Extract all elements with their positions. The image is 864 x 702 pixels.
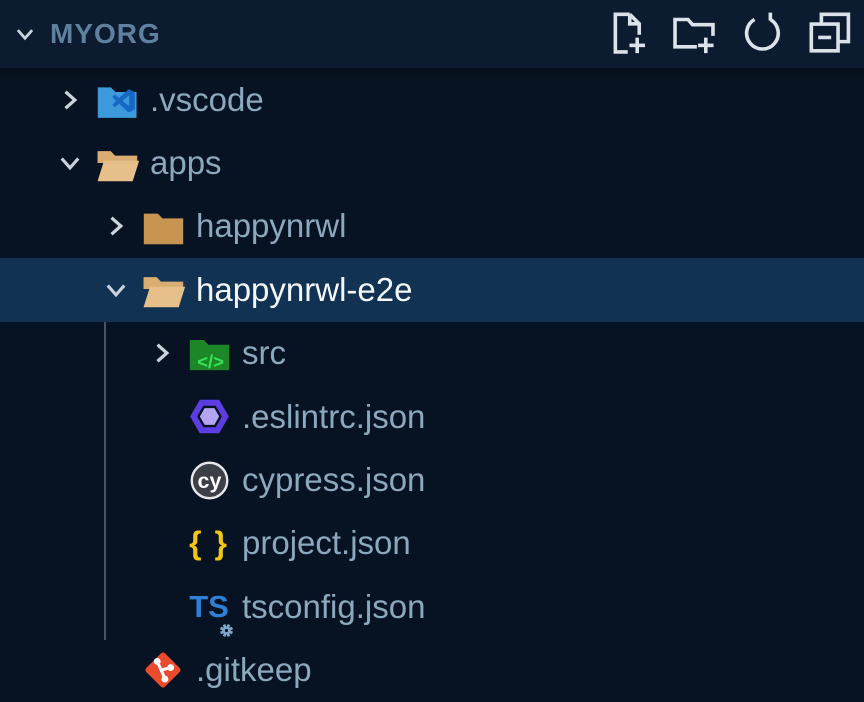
svg-text:</>: </> — [197, 351, 224, 372]
refresh-icon — [739, 10, 785, 59]
eslint-icon — [186, 394, 232, 440]
tree-item-tsconfig-json[interactable]: TS tsconfig.json — [0, 575, 864, 638]
folder-closed-icon — [140, 203, 186, 249]
new-folder-button[interactable] — [670, 10, 718, 58]
indent-guide — [104, 322, 106, 640]
tree-item-label: cypress.json — [242, 461, 425, 499]
file-explorer-panel: MYORG .vscode appshappynrwl happynrwl-e — [0, 0, 864, 702]
folder-src-icon: </> — [186, 330, 232, 376]
tree-item-eslintrc-json[interactable]: .eslintrc.json — [0, 385, 864, 448]
twisty-spacer — [144, 462, 180, 498]
tree-item-label: .eslintrc.json — [242, 398, 425, 436]
new-folder-icon — [671, 10, 717, 59]
chevron-right-icon[interactable] — [52, 82, 88, 118]
workspace-title: MYORG — [50, 18, 161, 50]
chevron-right-icon[interactable] — [98, 208, 134, 244]
tree-item-happynrwl[interactable]: happynrwl — [0, 195, 864, 258]
tree-item-label: happynrwl — [196, 207, 346, 245]
typescript-config-icon: TS — [186, 584, 232, 630]
tree-item-label: .vscode — [150, 81, 264, 119]
explorer-toolbar — [602, 10, 854, 58]
tree-item-happynrwl-e2e[interactable]: happynrwl-e2e — [0, 258, 864, 321]
twisty-spacer — [144, 589, 180, 625]
cypress-icon: cy — [186, 457, 232, 503]
collapse-all-icon — [807, 10, 853, 59]
git-icon — [140, 647, 186, 693]
chevron-down-icon[interactable] — [52, 145, 88, 181]
explorer-section-header[interactable]: MYORG — [0, 0, 864, 68]
twisty-spacer — [98, 652, 134, 688]
refresh-button[interactable] — [738, 10, 786, 58]
twisty-spacer — [144, 399, 180, 435]
new-file-button[interactable] — [602, 10, 650, 58]
chevron-right-icon[interactable] — [144, 335, 180, 371]
gear-icon — [216, 611, 237, 632]
collapse-all-button[interactable] — [806, 10, 854, 58]
tree-item-label: .gitkeep — [196, 651, 312, 689]
new-file-icon — [603, 10, 649, 59]
tree-item-label: happynrwl-e2e — [196, 271, 412, 309]
tree-item-vscode[interactable]: .vscode — [0, 68, 864, 131]
twisty-spacer — [144, 525, 180, 561]
tree-item-label: src — [242, 334, 286, 372]
tree-item-src[interactable]: </> src — [0, 322, 864, 385]
svg-text:cy: cy — [197, 468, 221, 492]
folder-open-icon — [140, 267, 186, 313]
tree-item-gitkeep[interactable]: .gitkeep — [0, 639, 864, 702]
json-braces-icon: { } — [186, 520, 232, 566]
tree-item-label: tsconfig.json — [242, 588, 425, 626]
tree-item-label: project.json — [242, 524, 411, 562]
folder-open-icon — [94, 140, 140, 186]
chevron-down-icon[interactable] — [98, 272, 134, 308]
tree-item-cypress-json[interactable]: cy cypress.json — [0, 448, 864, 511]
chevron-down-icon[interactable] — [12, 21, 38, 47]
tree-item-apps[interactable]: apps — [0, 131, 864, 194]
vscode-folder-icon — [94, 77, 140, 123]
tree-item-label: apps — [150, 144, 222, 182]
tree-item-project-json[interactable]: { } project.json — [0, 512, 864, 575]
file-tree: .vscode apps happynrwl happynrwl-e2e </> s… — [0, 68, 864, 702]
